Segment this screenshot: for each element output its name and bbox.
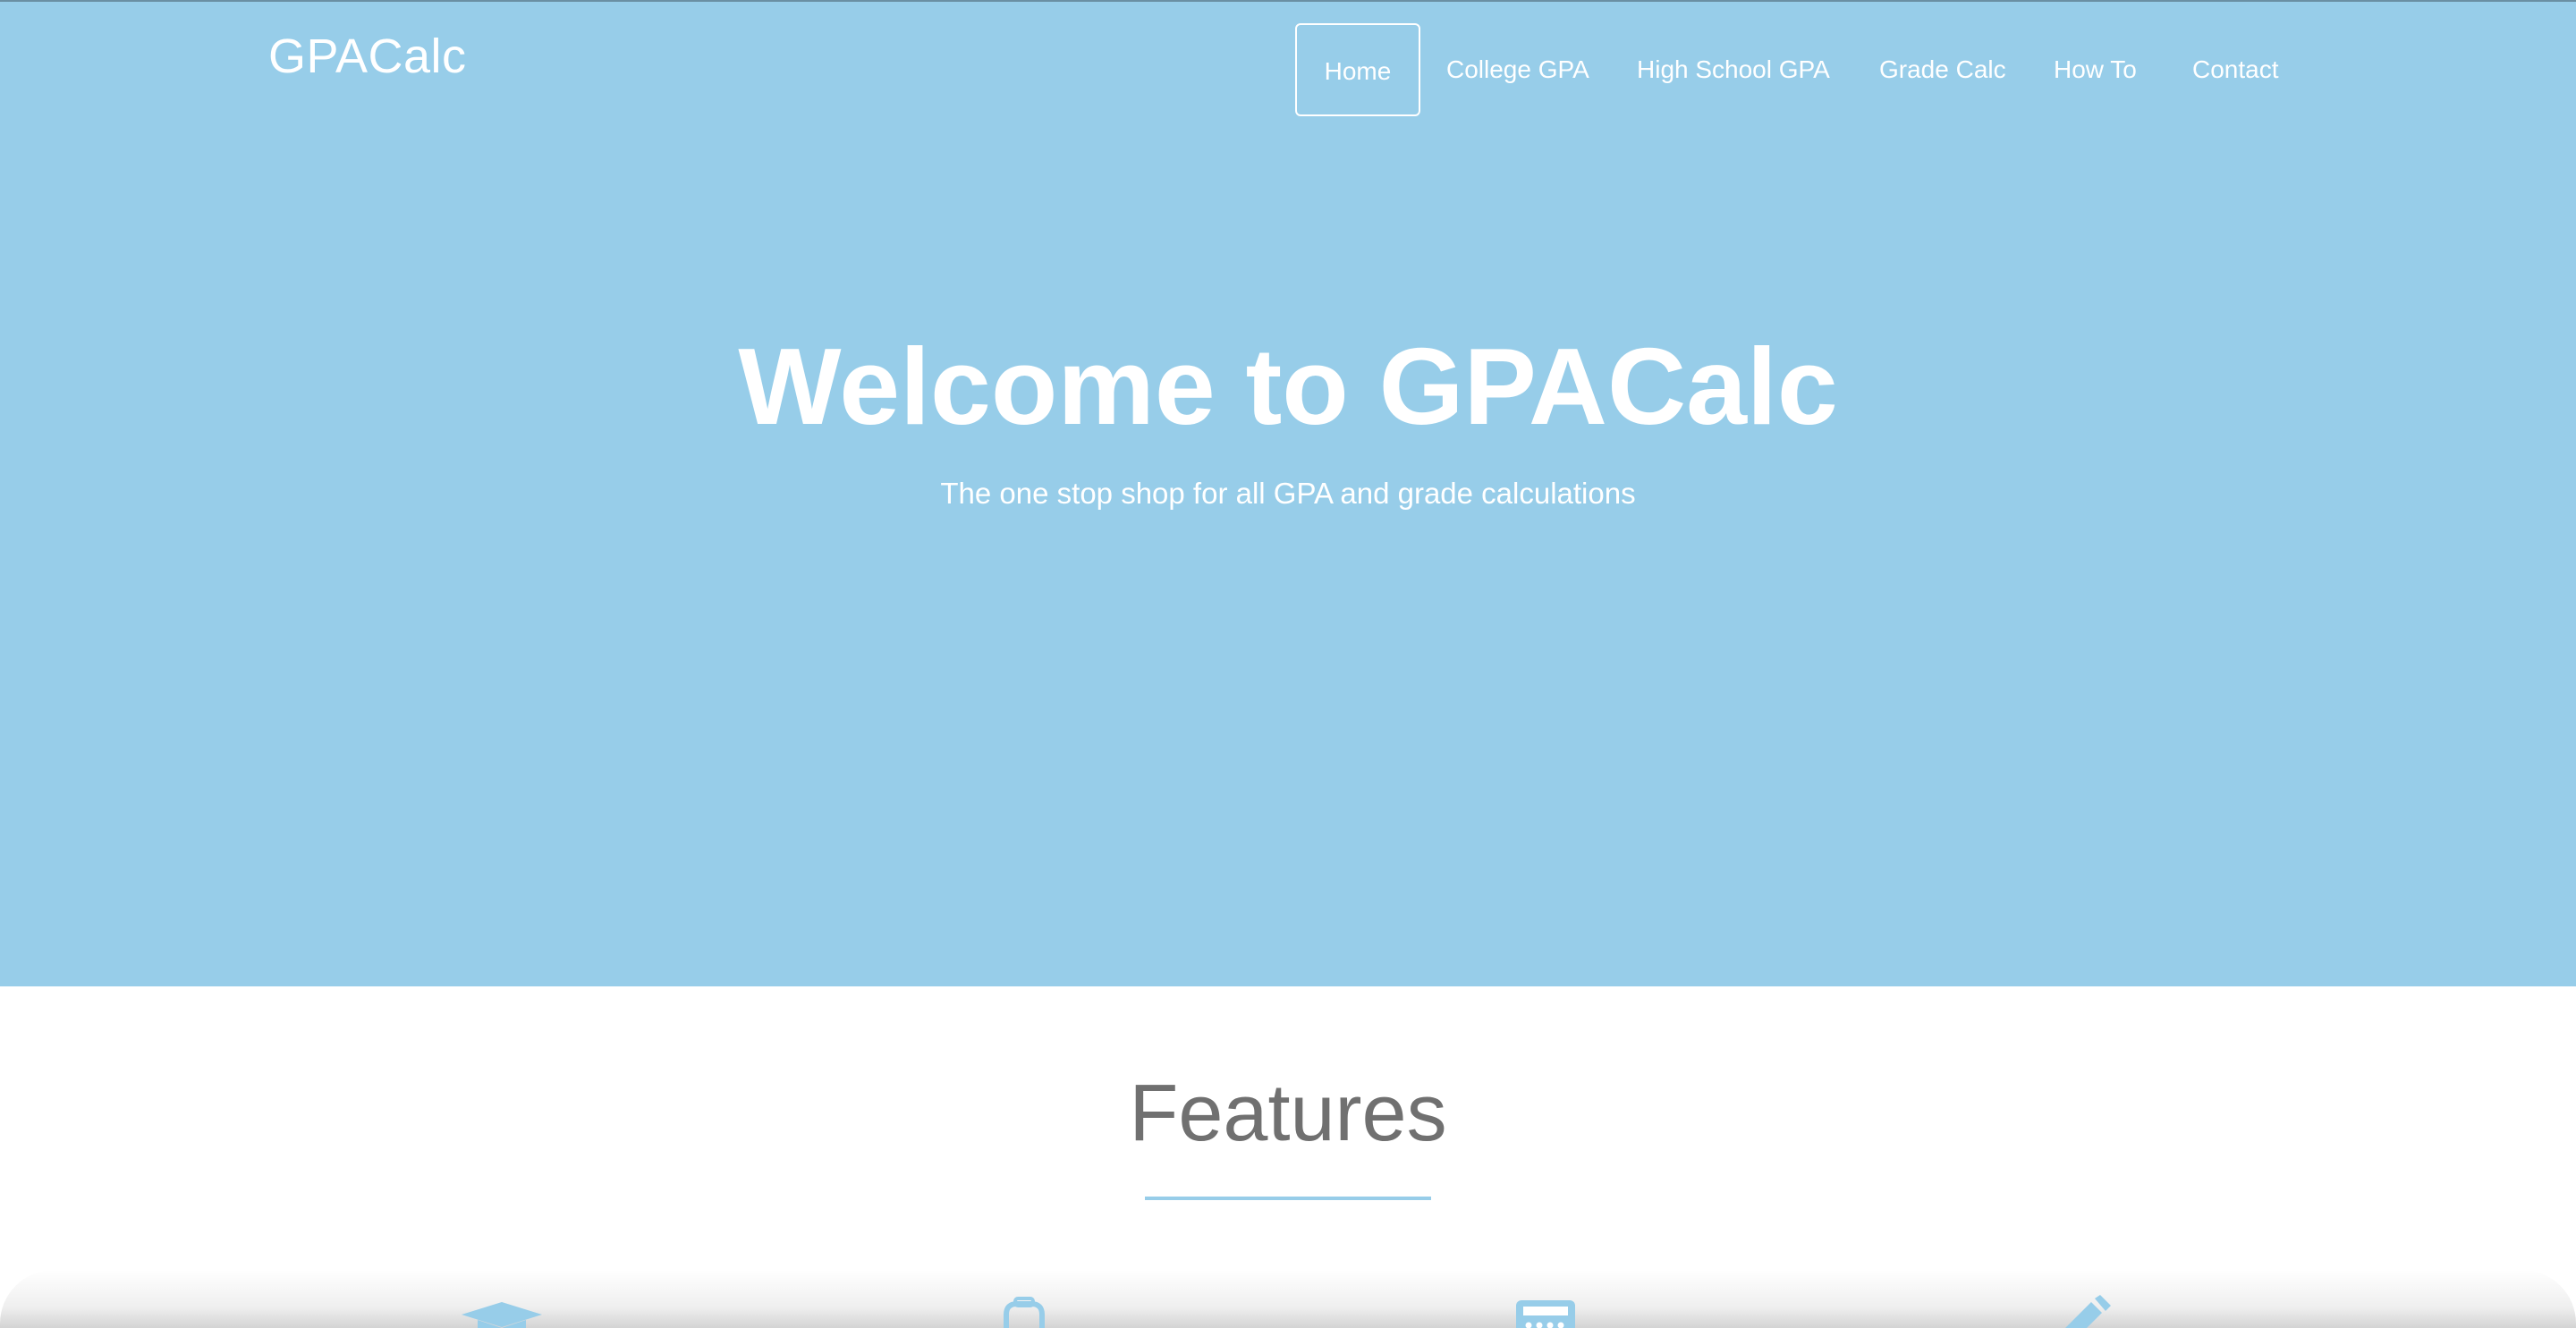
pencil-icon (2065, 1295, 2111, 1328)
nav-item-contact[interactable]: Contact (2192, 23, 2279, 116)
graduation-cap-icon (462, 1302, 542, 1328)
backpack-icon (1004, 1297, 1045, 1328)
features-cards-shadow (0, 1270, 2576, 1328)
features-divider (1145, 1197, 1431, 1200)
nav-item-grade-calc[interactable]: Grade Calc (1879, 23, 2006, 116)
nav-item-college-gpa[interactable]: College GPA (1446, 23, 1589, 116)
nav-item-how-to[interactable]: How To (2054, 23, 2137, 116)
main-nav: Home College GPA High School GPA Grade C… (0, 23, 2576, 116)
hero-title: Welcome to GPACalc (738, 326, 1838, 447)
nav-item-high-school-gpa[interactable]: High School GPA (1637, 23, 1830, 116)
hero-section: GPACalc Home College GPA High School GPA… (0, 0, 2576, 986)
calculator-icon (1516, 1300, 1575, 1328)
features-title: Features (1129, 1069, 1447, 1158)
page: GPACalc Home College GPA High School GPA… (0, 0, 2576, 1328)
hero-subtitle: The one stop shop for all GPA and grade … (940, 477, 1636, 510)
nav-item-home[interactable]: Home (1295, 23, 1420, 116)
